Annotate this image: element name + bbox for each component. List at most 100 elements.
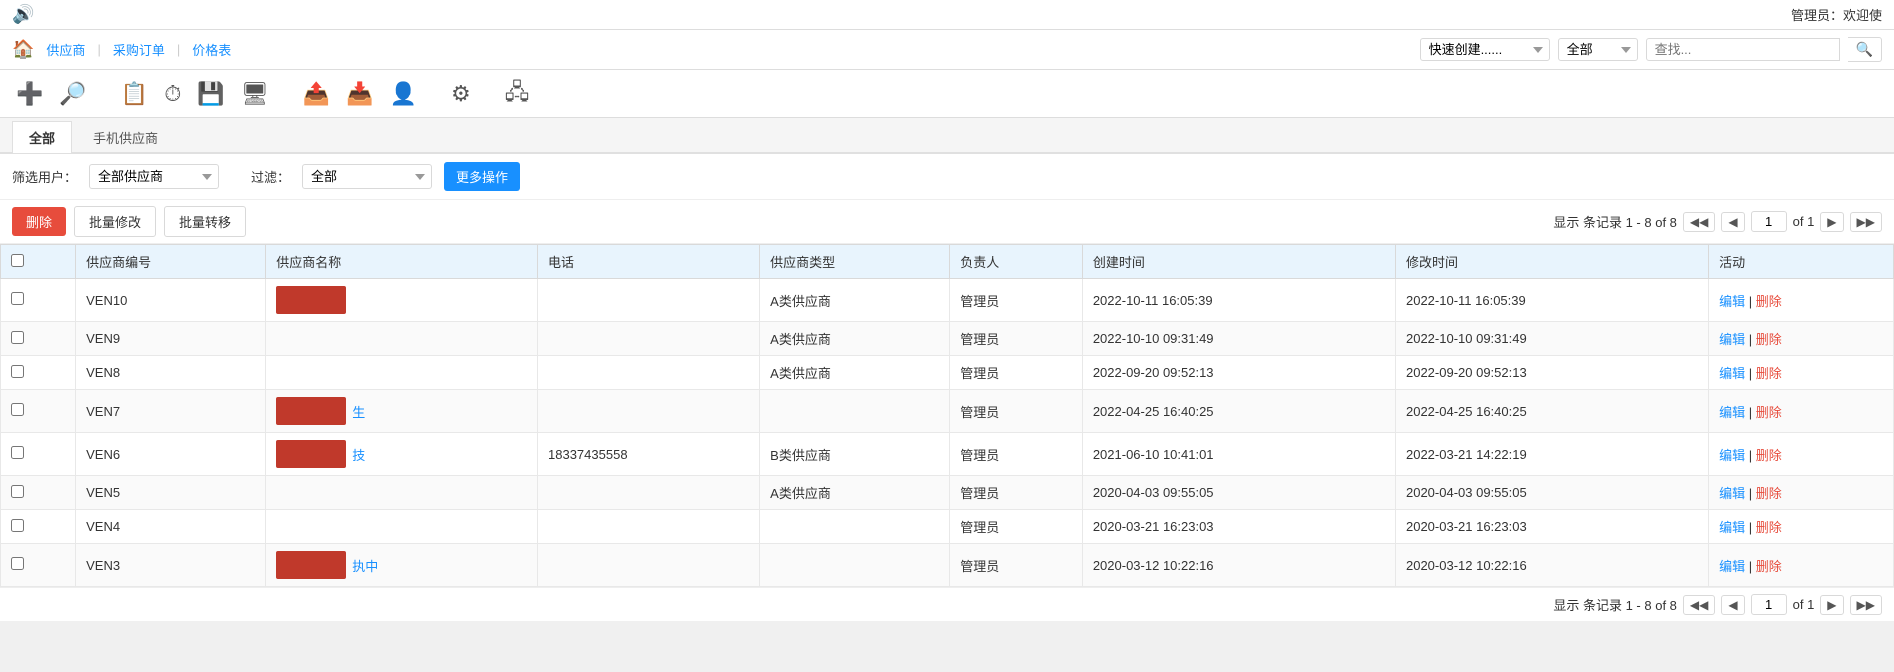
row-checkbox-1[interactable] [11, 331, 24, 344]
edit-link[interactable]: 编辑 [1719, 559, 1745, 574]
delete-link[interactable]: 删除 [1756, 448, 1782, 463]
pagination-info: 显示 条记录 1 - 8 of 8 ◀◀ ◀ of 1 ▶ ▶▶ [1553, 211, 1882, 232]
cell-id: VEN6 [76, 433, 266, 476]
cell-id: VEN7 [76, 390, 266, 433]
tab-mobile-supplier[interactable]: 手机供应商 [76, 121, 175, 153]
select-all-checkbox[interactable] [11, 254, 24, 267]
cell-actions: 编辑 | 删除 [1709, 476, 1894, 510]
more-ops-button[interactable]: 更多操作 [444, 162, 520, 191]
calendar-icon[interactable]: 📋 [117, 79, 152, 109]
add-icon[interactable]: ➕ [12, 79, 47, 109]
tab-all[interactable]: 全部 [12, 121, 72, 153]
home-icon[interactable]: 🏠 [12, 39, 34, 60]
table-row: VEN6 技 18337435558B类供应商管理员2021-06-10 10:… [1, 433, 1894, 476]
page-prev-btn[interactable]: ◀ [1721, 212, 1744, 232]
nav-link-purchase[interactable]: 采购订单 [113, 40, 165, 59]
nav-right: 快速创建...... 全部 🔍 [1420, 37, 1882, 62]
page-first-btn[interactable]: ◀◀ [1683, 212, 1715, 232]
cell-name [266, 356, 538, 390]
batch-edit-button[interactable]: 批量修改 [74, 206, 156, 237]
filter-user-select[interactable]: 全部供应商 [89, 164, 219, 189]
page-input[interactable] [1751, 211, 1787, 232]
row-checkbox-2[interactable] [11, 365, 24, 378]
filter-bar: 筛选用户： 全部供应商 过滤： 全部 更多操作 [0, 154, 1894, 200]
cell-actions: 编辑 | 删除 [1709, 356, 1894, 390]
cell-id: VEN9 [76, 322, 266, 356]
delete-link[interactable]: 删除 [1756, 405, 1782, 420]
network-icon[interactable]: 🖧 [501, 73, 534, 115]
cell-phone [538, 510, 760, 544]
upload-icon[interactable]: 📤 [299, 79, 334, 109]
edit-link[interactable]: 编辑 [1719, 332, 1745, 347]
action-buttons: 删除 批量修改 批量转移 [12, 206, 246, 237]
cell-id: VEN5 [76, 476, 266, 510]
tabs-bar: 全部 手机供应商 [0, 118, 1894, 154]
row-checkbox-6[interactable] [11, 519, 24, 532]
row-checkbox-0[interactable] [11, 292, 24, 305]
edit-link[interactable]: 编辑 [1719, 520, 1745, 535]
delete-link[interactable]: 删除 [1756, 486, 1782, 501]
cell-owner: 管理员 [950, 476, 1083, 510]
cell-owner: 管理员 [950, 322, 1083, 356]
edit-link[interactable]: 编辑 [1719, 366, 1745, 381]
clock-icon[interactable]: ⏱ [160, 79, 185, 109]
data-table: 供应商编号 供应商名称 电话 供应商类型 负责人 创建时间 修改时间 活动 VE… [0, 244, 1894, 587]
bottom-page-first-btn[interactable]: ◀◀ [1683, 595, 1715, 615]
nav-filter-select[interactable]: 全部 [1558, 38, 1638, 61]
col-checkbox [1, 245, 76, 279]
delete-button[interactable]: 删除 [12, 207, 66, 236]
nav-search-input[interactable] [1646, 38, 1840, 61]
table-wrapper: 供应商编号 供应商名称 电话 供应商类型 负责人 创建时间 修改时间 活动 VE… [0, 244, 1894, 587]
row-checkbox-5[interactable] [11, 485, 24, 498]
table-row: VEN3 执中 管理员2020-03-12 10:22:162020-03-12… [1, 544, 1894, 587]
action-bar: 删除 批量修改 批量转移 显示 条记录 1 - 8 of 8 ◀◀ ◀ of 1… [0, 200, 1894, 244]
page-of-text: of 1 [1793, 214, 1815, 229]
row-checkbox-4[interactable] [11, 446, 24, 459]
cell-modified: 2022-09-20 09:52:13 [1395, 356, 1708, 390]
delete-link[interactable]: 删除 [1756, 559, 1782, 574]
nav-link-price[interactable]: 价格表 [192, 40, 231, 59]
monitor-icon[interactable]: 🖥 [237, 79, 273, 109]
delete-link[interactable]: 删除 [1756, 520, 1782, 535]
cell-actions: 编辑 | 删除 [1709, 322, 1894, 356]
cell-created: 2021-06-10 10:41:01 [1082, 433, 1395, 476]
search-zoom-icon[interactable]: 🔎 [55, 79, 90, 109]
cell-phone: 18337435558 [538, 433, 760, 476]
gear-icon[interactable]: ⚙ [447, 79, 475, 109]
delete-link[interactable]: 删除 [1756, 366, 1782, 381]
bottom-page-input[interactable] [1751, 594, 1787, 615]
delete-link[interactable]: 删除 [1756, 294, 1782, 309]
col-id: 供应商编号 [76, 245, 266, 279]
bottom-page-prev-btn[interactable]: ◀ [1721, 595, 1744, 615]
page-next-btn[interactable]: ▶ [1820, 212, 1843, 232]
cell-type: A类供应商 [760, 322, 950, 356]
delete-link[interactable]: 删除 [1756, 332, 1782, 347]
cell-actions: 编辑 | 删除 [1709, 390, 1894, 433]
cell-owner: 管理员 [950, 356, 1083, 390]
cell-owner: 管理员 [950, 433, 1083, 476]
cell-created: 2022-10-10 09:31:49 [1082, 322, 1395, 356]
bottom-page-next-btn[interactable]: ▶ [1820, 595, 1843, 615]
edit-link[interactable]: 编辑 [1719, 486, 1745, 501]
quick-create-select[interactable]: 快速创建...... [1420, 38, 1550, 61]
user-icon[interactable]: 👤 [386, 79, 421, 109]
page-last-btn[interactable]: ▶▶ [1850, 212, 1882, 232]
cell-type: A类供应商 [760, 356, 950, 390]
row-checkbox-7[interactable] [11, 557, 24, 570]
row-checkbox-3[interactable] [11, 403, 24, 416]
cell-phone [538, 356, 760, 390]
top-bar-center: 🔊 [12, 4, 34, 25]
save-icon[interactable]: 💾 [193, 79, 228, 109]
cell-name [266, 279, 538, 322]
nav-search-button[interactable]: 🔍 [1848, 37, 1882, 62]
download-icon[interactable]: 📥 [342, 79, 377, 109]
bottom-page-last-btn[interactable]: ▶▶ [1850, 595, 1882, 615]
table-row: VEN9A类供应商管理员2022-10-10 09:31:492022-10-1… [1, 322, 1894, 356]
filter-type-select[interactable]: 全部 [302, 164, 432, 189]
edit-link[interactable]: 编辑 [1719, 448, 1745, 463]
nav-link-supplier[interactable]: 供应商 [46, 40, 85, 59]
edit-link[interactable]: 编辑 [1719, 405, 1745, 420]
edit-link[interactable]: 编辑 [1719, 294, 1745, 309]
table-row: VEN4管理员2020-03-21 16:23:032020-03-21 16:… [1, 510, 1894, 544]
batch-transfer-button[interactable]: 批量转移 [164, 206, 246, 237]
